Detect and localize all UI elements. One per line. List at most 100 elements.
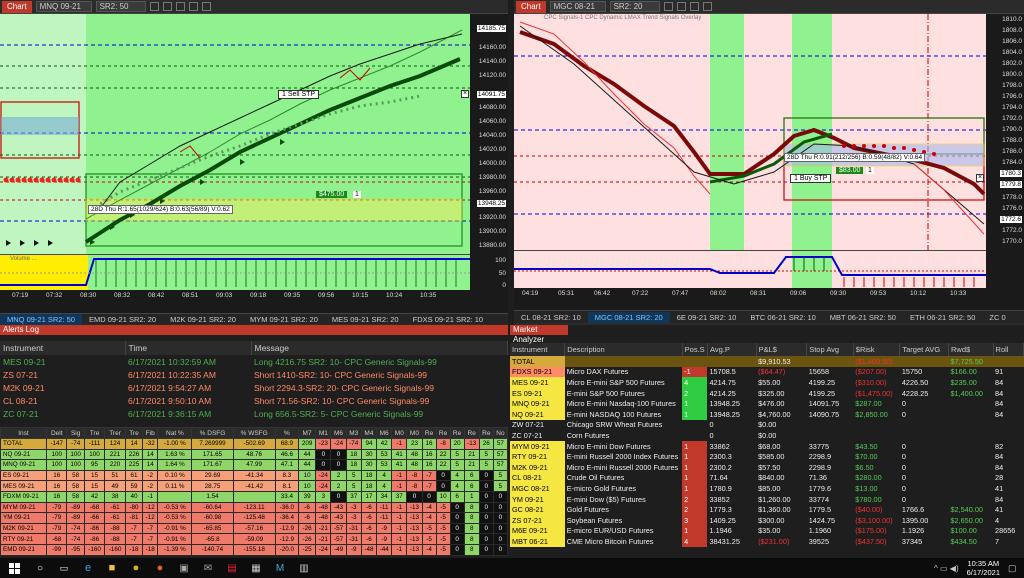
left-tab-5[interactable]: FDXS 09-21 SR2: 10 <box>406 314 490 325</box>
right-timeframe-select[interactable]: SR2: 20 <box>609 1 660 12</box>
grid-col-header[interactable]: M3 <box>345 427 362 439</box>
grid-col-header[interactable]: Re <box>463 427 480 439</box>
ma-row[interactable]: MES 09-21 Micro E-mini S&P 500 Futures 4 42… <box>510 377 1024 388</box>
grid-col-header[interactable]: Re <box>435 427 451 439</box>
grid-col-header[interactable]: % WSFG <box>232 427 276 439</box>
search-icon[interactable]: ○ <box>28 563 52 574</box>
grid-row[interactable]: YM 09-21 -79 -89 -66 -61 -81 -12 -0.53 % -60.98-… <box>0 512 508 524</box>
zoom-icon[interactable] <box>676 2 686 11</box>
ma-col-header[interactable]: Rwd$ <box>948 343 994 356</box>
ma-row[interactable]: FDXS 09-21 Micro DAX Futures -1 15708.5 ($64… <box>510 366 1024 378</box>
grid-col-header[interactable]: Re <box>449 427 465 439</box>
grid-row[interactable]: MES 09-21 16 58 15 49 59 -2 0.11 % 28.75 -41.42 8.… <box>0 480 508 492</box>
right-tab-3[interactable]: BTC 06-21 SR2: 10 <box>743 312 822 323</box>
ma-col-header[interactable]: Roll <box>993 343 1024 356</box>
grid-row[interactable]: FDXM 09-21 16 58 42 38 40 -1 1.54 33.4 39 3 0 37 17 34… <box>0 490 508 503</box>
ma-col-header[interactable]: Description <box>564 343 683 356</box>
grid-col-header[interactable]: M6 <box>376 427 393 439</box>
grid-col-header[interactable]: Fib <box>142 427 159 439</box>
left-close-order-icon[interactable]: × <box>461 90 469 98</box>
ma-row[interactable]: NQ 09-21 E-mini NASDAQ 100 Futures 1 13948.… <box>510 408 1024 420</box>
notes-app-icon[interactable]: ▥ <box>292 563 316 574</box>
indicators-icon[interactable] <box>702 2 712 11</box>
file-explorer-icon[interactable]: ■ <box>100 562 124 574</box>
left-tab-2[interactable]: M2K 09-21 SR2: 20 <box>163 314 243 325</box>
grid-col-header[interactable]: M0 <box>406 427 423 439</box>
left-indicator-panel[interactable]: Volume ... <box>0 254 470 290</box>
ma-row[interactable]: M2K 09-21 Micro E-mini Russell 2000 Futur… <box>510 461 1024 473</box>
grid-col-header[interactable]: No <box>492 427 508 439</box>
alert-row[interactable]: ZS 07-21 6/17/2021 10:22:35 AM Short 1410-… <box>0 368 508 381</box>
right-tab-6[interactable]: ZC 0 <box>982 312 1012 323</box>
left-price-panel[interactable]: 1 Sell STP $475.00 1 28D Thu R:1.65(1029… <box>0 14 470 254</box>
ma-row[interactable]: MYM 09-21 Micro E-mini Dow Futures 1 33862 $… <box>510 440 1024 452</box>
ma-row[interactable]: ZC 07-21 Corn Futures 0 $0.00 <box>510 430 1024 441</box>
grid-col-header[interactable]: % DSFG <box>191 427 234 439</box>
grid-row[interactable]: M2K 09-21 -79 -74 -86 -88 -7 -7 -0.91 % -65.85 -5… <box>0 522 508 535</box>
right-tab-0[interactable]: CL 08-21 SR2: 10 <box>514 312 588 323</box>
alerts-col-message[interactable]: Message <box>251 341 508 355</box>
store-icon[interactable]: ▣ <box>172 563 196 574</box>
mail-icon[interactable]: ✉ <box>196 563 220 574</box>
grid-col-header[interactable]: % <box>274 427 299 439</box>
notifications-icon[interactable]: ▢ <box>1008 563 1024 574</box>
grid-col-header[interactable]: M7 <box>297 427 317 439</box>
grid-col-header[interactable]: M1 <box>315 427 332 439</box>
grid-row[interactable]: MYM 09-21 -79 -89 -68 -61 -80 -12 -0.53 % -60.64… <box>0 501 508 514</box>
indicators-icon[interactable] <box>188 2 198 11</box>
alerts-col-time[interactable]: Time <box>125 341 252 355</box>
trading-app-icon[interactable]: ▤ <box>220 563 244 574</box>
left-tab-0[interactable]: MNQ 09-21 SR2: 50 <box>0 313 82 325</box>
strategies-icon[interactable] <box>201 2 211 11</box>
ma-row[interactable]: GC 08-21 Gold Futures 2 1779.3 $1,360.00 1779… <box>510 504 1024 515</box>
grid-row[interactable]: MNQ 09-21 100 100 95 220 225 14 1.64 % 171.67 47.… <box>0 459 508 471</box>
system-tray-icons[interactable]: ^ ▭ ◀) <box>934 564 967 573</box>
left-order-label[interactable]: 1 Sell STP <box>278 90 320 99</box>
right-chart-tab[interactable]: Chart <box>516 0 546 13</box>
task-view-icon[interactable]: ▭ <box>52 563 76 574</box>
windows-start-icon[interactable] <box>0 558 28 578</box>
grid-col-header[interactable]: Re <box>421 427 437 439</box>
grid-col-header[interactable]: Inst <box>0 427 47 439</box>
grid-col-header[interactable]: Tre <box>83 427 106 439</box>
grid-row[interactable]: RTY 09-21 -68 -74 -86 -88 -7 -7 -0.91 % -65.8 -59… <box>0 533 508 545</box>
left-time-axis[interactable]: 07:19 07:32 08:30 08:32 08:42 08:51 09:0… <box>0 290 508 314</box>
edge-browser-icon[interactable]: e <box>76 562 100 574</box>
grid-col-header[interactable]: M4 <box>360 427 378 439</box>
ma-col-header[interactable]: $Risk <box>853 343 901 356</box>
draw-tool-icon[interactable] <box>149 2 159 11</box>
ma-row[interactable]: MNQ 09-21 Micro E-mini Nasdaq-100 Futures… <box>510 398 1024 409</box>
properties-icon[interactable] <box>175 2 185 11</box>
grid-col-header[interactable]: Trer <box>104 427 126 439</box>
grid-col-header[interactable]: M0 <box>391 427 408 439</box>
left-instrument-select[interactable]: MNQ 09-21 <box>35 1 92 12</box>
grid-col-header[interactable]: M6 <box>330 427 347 439</box>
firefox-icon[interactable]: ● <box>148 562 172 574</box>
grid-row[interactable]: NQ 09-21 100 100 100 221 226 14 1.63 % 171.65 48.… <box>0 448 508 461</box>
right-tab-1[interactable]: MGC 08-21 SR2: 20 <box>587 311 670 323</box>
grid-col-header[interactable]: Re <box>478 427 494 439</box>
left-timeframe-select[interactable]: SR2: 50 <box>95 1 146 12</box>
right-tab-5[interactable]: ETH 06-21 SR2: 50 <box>903 312 982 323</box>
right-tab-4[interactable]: MBT 06-21 SR2: 50 <box>823 312 903 323</box>
monitor-app-icon[interactable]: M <box>268 563 292 574</box>
ma-col-header[interactable]: Target AVG <box>899 343 949 356</box>
right-time-axis[interactable]: 04:19 05:31 06:42 07:22 07:47 08:02 08:3… <box>514 288 1024 310</box>
left-price-axis[interactable]: 14185.75 14160.00 14140.00 14120.00 1409… <box>470 14 508 290</box>
ma-row[interactable]: ZW 07-21 Chicago SRW Wheat Futures 0 $0.00 <box>510 420 1024 431</box>
right-price-axis[interactable]: 1810.0 1808.0 1806.0 1804.0 1802.0 1800.… <box>986 14 1024 288</box>
grid-row[interactable]: TOTAL -147 -74 -111 124 14 -32 -1.00 % 7.269999-… <box>0 438 508 450</box>
taskbar-clock[interactable]: 10:35 AM 6/17/2021 <box>967 559 1008 577</box>
ma-col-header[interactable]: Pos.S <box>682 343 708 356</box>
properties-icon[interactable] <box>689 2 699 11</box>
screen-capture-icon[interactable]: ▦ <box>244 563 268 574</box>
zoom-icon[interactable] <box>162 2 172 11</box>
ma-row[interactable]: CL 08-21 Crude Oil Futures 1 71.64 $840.00 71… <box>510 472 1024 484</box>
left-chart-tab[interactable]: Chart <box>2 0 32 13</box>
alert-row[interactable]: M2K 09-21 6/17/2021 9:54:27 AM Short 2294.… <box>0 381 508 394</box>
grid-col-header[interactable]: Tre <box>124 427 144 439</box>
right-tab-2[interactable]: 6E 09-21 SR2: 10 <box>670 312 744 323</box>
ma-col-header[interactable]: Avg.P <box>707 343 757 356</box>
ma-row[interactable]: ZS 07-21 Soybean Futures 3 1409.25 $300.00 14… <box>510 514 1024 526</box>
grid-row[interactable]: ES 09-21 16 58 15 51 61 -2 0.10 % 29.69 -41.34 8.3… <box>0 469 508 482</box>
